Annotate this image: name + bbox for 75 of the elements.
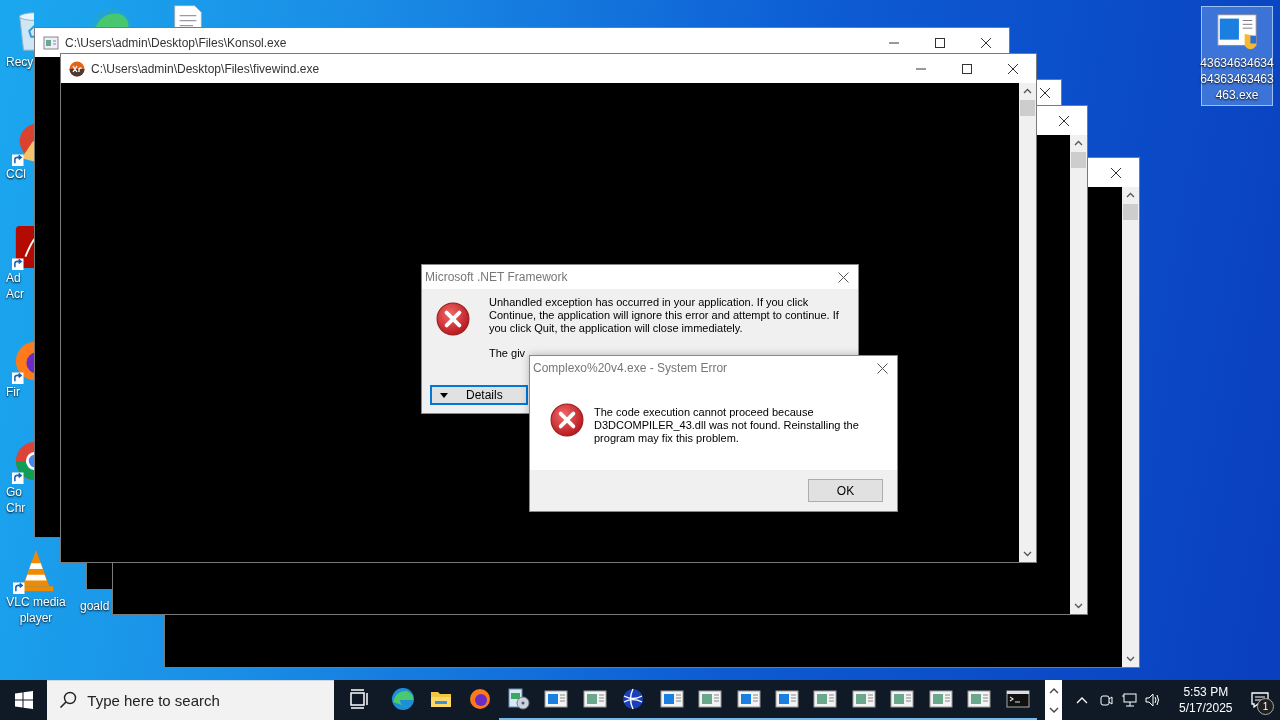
dialog-title: Microsoft .NET Framework: [424, 270, 569, 284]
desktop-icon-label: 43634634634 64363463463 463.exe: [1200, 55, 1274, 103]
notification-icon: [1250, 690, 1271, 710]
notification-count: 1: [1257, 698, 1274, 715]
app-window-icon: [890, 687, 915, 711]
scrollbar[interactable]: [1070, 135, 1087, 614]
app-window-icon: [659, 687, 684, 711]
scroll-down-icon[interactable]: [1023, 549, 1032, 558]
dialog-title: Complexo%20v4.exe - System Error: [532, 361, 729, 375]
desktop-icon[interactable]: VLC media player: [0, 546, 72, 628]
taskbar-scroll-button[interactable]: [1044, 680, 1063, 720]
desktop-icon-label: CCl: [5, 166, 26, 182]
desktop-icon-label: Recy: [5, 54, 34, 70]
app-window-icon: [775, 687, 799, 711]
installer-icon: [506, 687, 531, 711]
browser-icon: [390, 687, 415, 711]
scrollbar-thumb[interactable]: [1020, 100, 1035, 116]
scrollbar-thumb[interactable]: [1071, 152, 1086, 168]
scroll-up-icon[interactable]: [1074, 139, 1083, 148]
window-title: C:\Users\admin\Desktop\Files\fivewind.exe: [91, 61, 321, 76]
app-window-icon: [928, 687, 953, 711]
selected-desktop-icon[interactable]: 43634634634 64363463463 463.exe: [1201, 6, 1273, 106]
error-message: Unhandled exception has occurred in your application. If you click Continue, the application will ignore this error and attempt to continue. If you click Quit, the application will close immediately.: [489, 296, 840, 335]
browser-icon: [467, 687, 492, 711]
search-icon: [59, 691, 78, 709]
close-icon: [980, 36, 992, 49]
desktop-icon-label: Ad Acr: [5, 270, 24, 302]
desktop-icon-label: Fir: [5, 384, 20, 400]
chevron-down-icon: [1048, 706, 1059, 714]
close-icon: [1110, 166, 1122, 179]
clock[interactable]: 5:53 PM 5/17/2025: [1171, 684, 1241, 716]
network-icon: [1121, 692, 1138, 708]
camera-icon: [1097, 692, 1114, 708]
error-icon: [436, 302, 470, 336]
terminal-icon: [1005, 687, 1030, 711]
app-window-icon: [544, 687, 569, 711]
caret-icon: [440, 392, 448, 398]
scrollbar-thumb[interactable]: [1123, 204, 1138, 220]
scrollbar[interactable]: [1122, 187, 1139, 667]
details-button[interactable]: Details: [430, 385, 528, 405]
desktop-icon-label: VLC media player: [6, 594, 66, 626]
search-field[interactable]: Type here to search: [47, 680, 335, 720]
close-icon: [1007, 62, 1019, 75]
maximize-icon: [934, 36, 946, 49]
ok-button[interactable]: OK: [808, 479, 883, 502]
app-window-icon: [967, 687, 992, 711]
app-window-icon: [736, 687, 761, 711]
scroll-up-icon[interactable]: [1126, 191, 1135, 200]
scrollbar[interactable]: [1019, 83, 1036, 562]
windows-logo-icon: [14, 691, 33, 709]
maximize-icon: [961, 62, 973, 75]
close-icon: [876, 362, 888, 374]
desktop-icon[interactable]: goald: [76, 596, 112, 616]
close-icon: [1039, 86, 1051, 99]
scroll-up-icon[interactable]: [1023, 87, 1032, 96]
globe-icon: [621, 687, 646, 711]
logo-icon: [69, 60, 85, 77]
app-window-icon: [813, 687, 838, 711]
error-detail: The giv: [489, 347, 527, 360]
error-icon: [550, 403, 584, 437]
scroll-down-icon[interactable]: [1074, 601, 1083, 610]
window-title: C:\Users\admin\Desktop\Files\Konsol.exe: [65, 35, 288, 50]
scroll-down-icon[interactable]: [1126, 654, 1135, 663]
app-window-icon: [698, 687, 723, 711]
speaker-icon: [1145, 692, 1162, 708]
chevron-up-icon: [1048, 686, 1059, 694]
close-icon: [837, 271, 849, 283]
app-window-icon: [582, 687, 607, 711]
desktop-icon-label: Go Chr: [5, 484, 26, 516]
close-icon: [1058, 114, 1070, 127]
window-icon: [43, 34, 59, 51]
app-window-icon: [851, 687, 876, 711]
notification-button[interactable]: 1: [1240, 680, 1280, 720]
pdf-icon: [12, 224, 34, 270]
error-message: The code execution cannot proceed because D3DCOMPILER_43.dll was not found. Reinstalling the program may fix this problem.: [594, 406, 860, 446]
